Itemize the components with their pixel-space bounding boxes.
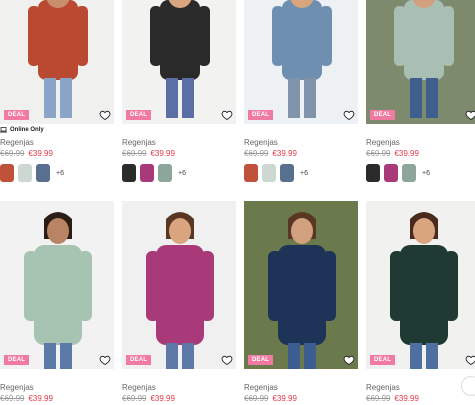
sale-price: €39.99: [272, 394, 297, 403]
model-illustration: [150, 0, 210, 118]
model-illustration: [394, 0, 454, 118]
product-name[interactable]: Regenjas: [366, 138, 419, 147]
product-name[interactable]: Regenjas: [0, 383, 53, 392]
color-swatches: +6: [122, 164, 186, 182]
color-swatches: +6: [366, 164, 430, 182]
product-info: Regenjas €69.99 €39.99: [0, 383, 53, 403]
color-swatches: +6: [244, 164, 308, 182]
color-swatch[interactable]: [0, 164, 14, 182]
product-name[interactable]: Regenjas: [0, 138, 53, 147]
product-card[interactable]: DEAL Regenjas €69.99 €39.99 +6: [122, 0, 236, 182]
sale-price: €39.99: [28, 149, 53, 158]
model-illustration: [146, 212, 214, 369]
original-price: €69.99: [122, 394, 147, 403]
product-card[interactable]: DEAL Regenjas €69.99 €39.99: [244, 201, 358, 403]
heart-icon[interactable]: [343, 354, 355, 366]
heart-icon[interactable]: [343, 109, 355, 121]
model-illustration: [268, 212, 336, 369]
product-name[interactable]: Regenjas: [122, 138, 175, 147]
product-name[interactable]: Regenjas: [366, 383, 419, 392]
product-photo[interactable]: DEAL: [366, 0, 475, 124]
product-grid: DEAL Online Only Regenjas €69.99 €39.99 +6 …: [0, 0, 475, 405]
color-swatch[interactable]: [244, 164, 258, 182]
product-photo[interactable]: DEAL: [122, 0, 236, 124]
original-price: €69.99: [366, 149, 391, 158]
deal-badge: DEAL: [370, 110, 396, 120]
product-info: Regenjas €69.99 €39.99: [244, 383, 297, 403]
product-info: Regenjas €69.99 €39.99: [0, 138, 53, 158]
deal-badge: DEAL: [4, 355, 30, 365]
product-card[interactable]: DEAL Regenjas €69.99 €39.99 +6: [366, 0, 475, 182]
sale-price: €39.99: [394, 394, 419, 403]
model-illustration: [272, 0, 332, 118]
model-illustration: [24, 212, 92, 369]
original-price: €69.99: [0, 394, 25, 403]
product-name[interactable]: Regenjas: [244, 138, 297, 147]
color-swatch[interactable]: [280, 164, 294, 182]
color-swatch[interactable]: [140, 164, 154, 182]
product-photo[interactable]: DEAL: [244, 201, 358, 369]
product-photo[interactable]: DEAL: [0, 0, 114, 124]
product-info: Regenjas €69.99 €39.99: [244, 138, 297, 158]
sale-price: €39.99: [272, 149, 297, 158]
original-price: €69.99: [366, 394, 391, 403]
sale-price: €39.99: [150, 394, 175, 403]
deal-badge: DEAL: [4, 110, 30, 120]
product-photo[interactable]: DEAL: [122, 201, 236, 369]
online-only-label: Online Only: [0, 127, 44, 133]
deal-badge: DEAL: [248, 355, 274, 365]
original-price: €69.99: [244, 394, 269, 403]
color-swatch[interactable]: [18, 164, 32, 182]
model-illustration: [390, 212, 458, 369]
model-illustration: [28, 0, 88, 118]
color-swatch[interactable]: [366, 164, 380, 182]
sale-price: €39.99: [150, 149, 175, 158]
product-photo[interactable]: DEAL: [244, 0, 358, 124]
color-swatch[interactable]: [122, 164, 136, 182]
color-swatch[interactable]: [402, 164, 416, 182]
heart-icon[interactable]: [465, 354, 475, 366]
more-colors-count[interactable]: +6: [178, 170, 186, 177]
original-price: €69.99: [0, 149, 25, 158]
more-colors-count[interactable]: +6: [422, 170, 430, 177]
deal-badge: DEAL: [248, 110, 274, 120]
more-colors-count[interactable]: +6: [56, 170, 64, 177]
color-swatch[interactable]: [384, 164, 398, 182]
heart-icon[interactable]: [465, 109, 475, 121]
product-card[interactable]: DEAL Regenjas €69.99 €39.99: [122, 201, 236, 403]
heart-icon[interactable]: [99, 354, 111, 366]
color-swatches: +6: [0, 164, 64, 182]
product-card[interactable]: DEAL Online Only Regenjas €69.99 €39.99 +6: [0, 0, 114, 182]
product-photo[interactable]: DEAL: [366, 201, 475, 369]
heart-icon[interactable]: [221, 109, 233, 121]
heart-icon[interactable]: [221, 354, 233, 366]
sale-price: €39.99: [28, 394, 53, 403]
product-name[interactable]: Regenjas: [244, 383, 297, 392]
product-info: Regenjas €69.99 €39.99: [366, 383, 419, 403]
deal-badge: DEAL: [370, 355, 396, 365]
laptop-icon: [0, 127, 7, 133]
product-info: Regenjas €69.99 €39.99: [122, 138, 175, 158]
product-info: Regenjas €69.99 €39.99: [366, 138, 419, 158]
color-swatch[interactable]: [36, 164, 50, 182]
product-card[interactable]: DEAL Regenjas €69.99 €39.99 +6: [244, 0, 358, 182]
deal-badge: DEAL: [126, 110, 152, 120]
heart-icon[interactable]: [99, 109, 111, 121]
original-price: €69.99: [122, 149, 147, 158]
color-swatch[interactable]: [262, 164, 276, 182]
product-card[interactable]: DEAL Regenjas €69.99 €39.99: [366, 201, 475, 403]
product-card[interactable]: DEAL Regenjas €69.99 €39.99: [0, 201, 114, 403]
original-price: €69.99: [244, 149, 269, 158]
scroll-button[interactable]: [461, 376, 475, 396]
deal-badge: DEAL: [126, 355, 152, 365]
product-info: Regenjas €69.99 €39.99: [122, 383, 175, 403]
product-name[interactable]: Regenjas: [122, 383, 175, 392]
product-photo[interactable]: DEAL: [0, 201, 114, 369]
sale-price: €39.99: [394, 149, 419, 158]
more-colors-count[interactable]: +6: [300, 170, 308, 177]
color-swatch[interactable]: [158, 164, 172, 182]
